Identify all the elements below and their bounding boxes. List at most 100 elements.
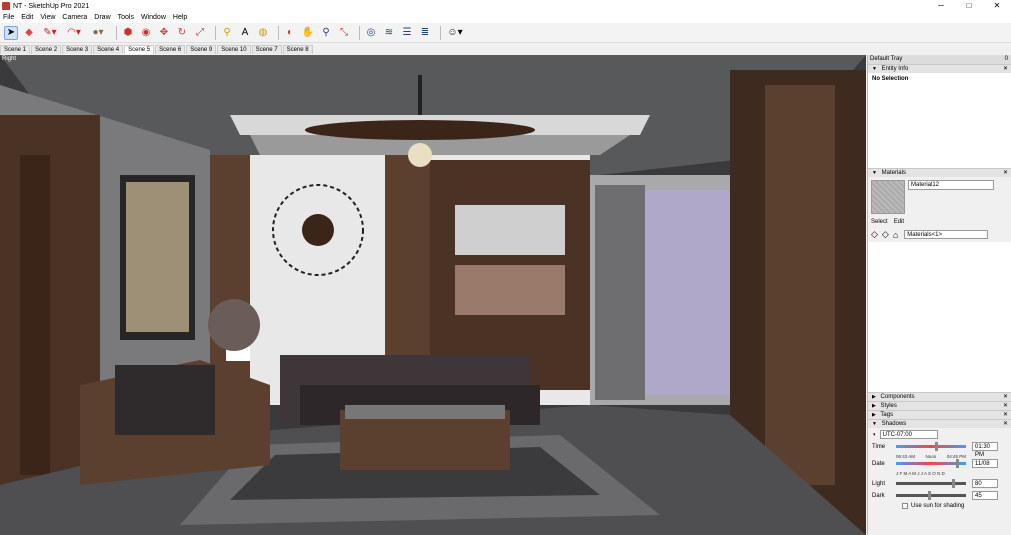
dark-field[interactable]: 45: [972, 491, 998, 500]
expand-triangle-icon: ▶: [872, 412, 876, 418]
back-icon[interactable]: ◇: [871, 229, 878, 240]
main-toolbar: ➤ ◆ ✎▾ ◠▾ ●▾ ⬢ ◉ ✥ ↻ ⤢ ⚲ A ◍ ◐ ✋ ⚲ ⤡ ◎ ≋…: [0, 23, 1011, 43]
material-swatch[interactable]: [871, 180, 905, 214]
materials-header[interactable]: ▼ Materials ✕: [868, 168, 1011, 177]
menu-tools[interactable]: Tools: [118, 14, 134, 21]
maximize-button[interactable]: □: [955, 0, 983, 12]
styles-header[interactable]: ▶ Styles ✕: [868, 401, 1011, 410]
text-tool-icon[interactable]: A: [238, 26, 252, 40]
scene-tab[interactable]: Scene 7: [251, 45, 282, 54]
pan-icon[interactable]: ✋: [301, 26, 315, 40]
entity-info-panel: No Selection: [868, 73, 1011, 168]
scene-tab[interactable]: Scene 10: [217, 45, 251, 54]
menu-edit[interactable]: Edit: [21, 14, 33, 21]
account-icon[interactable]: ☺▾: [445, 26, 465, 40]
dark-slider[interactable]: [896, 491, 966, 500]
tray-pin-icon[interactable]: 0: [1005, 55, 1008, 64]
extension-icon[interactable]: ≋: [382, 26, 396, 40]
tab-select[interactable]: Select: [871, 219, 888, 225]
menu-camera[interactable]: Camera: [62, 14, 87, 21]
scene-tabs: Scene 1 Scene 2 Scene 3 Scene 4 Scene 5 …: [0, 44, 866, 54]
time-slider[interactable]: [896, 442, 966, 451]
scene-tab[interactable]: Scene 8: [282, 45, 313, 54]
layers-icon[interactable]: ☰: [400, 26, 414, 40]
extension-warehouse-icon[interactable]: ≣: [418, 26, 432, 40]
tape-measure-icon[interactable]: ⚲: [220, 26, 234, 40]
rotate-tool-icon[interactable]: ↻: [175, 26, 189, 40]
light-field[interactable]: 80: [972, 479, 998, 488]
tray-title: Default Tray: [870, 56, 903, 62]
menu-draw[interactable]: Draw: [94, 14, 110, 21]
select-tool-icon[interactable]: ➤: [4, 25, 18, 40]
eraser-tool-icon[interactable]: ◆: [22, 26, 36, 40]
components-header[interactable]: ▶ Components ✕: [868, 392, 1011, 401]
date-field[interactable]: 11/08: [972, 459, 998, 468]
forward-icon[interactable]: ◇: [882, 229, 889, 240]
minimize-button[interactable]: ─: [927, 0, 955, 12]
scene-tab[interactable]: Scene 1: [0, 45, 31, 54]
scale-tool-icon[interactable]: ⤢: [193, 26, 207, 40]
shadows-header[interactable]: ▼ Shadows ✕: [868, 419, 1011, 428]
push-pull-tool-icon[interactable]: ⬢: [121, 26, 135, 40]
close-button[interactable]: ✕: [983, 0, 1011, 12]
window-title: NT - SketchUp Pro 2021: [13, 2, 90, 10]
title-bar: NT - SketchUp Pro 2021 ─ □ ✕: [0, 0, 1011, 12]
library-selector-row: ◇ ◇ ⌂ Materials<1>: [871, 229, 1008, 240]
tags-header[interactable]: ▶ Tags ✕: [868, 410, 1011, 419]
menu-bar: File Edit View Camera Draw Tools Window …: [0, 12, 1011, 23]
scene-tab[interactable]: Scene 6: [155, 45, 186, 54]
close-panel-icon[interactable]: ✕: [1003, 393, 1008, 401]
warehouse-icon[interactable]: ◎: [364, 26, 378, 40]
close-panel-icon[interactable]: ✕: [1003, 402, 1008, 410]
scene-tab[interactable]: Scene 2: [31, 45, 62, 54]
time-field[interactable]: 01:30 PM: [972, 442, 998, 458]
close-panel-icon[interactable]: ✕: [1003, 169, 1008, 177]
collapse-triangle-icon: ▼: [872, 421, 877, 427]
paint-bucket-icon[interactable]: ◍: [256, 26, 270, 40]
close-panel-icon[interactable]: ✕: [1003, 411, 1008, 419]
zoom-extents-icon[interactable]: ⤡: [337, 26, 351, 40]
shape-tool-icon[interactable]: ●▾: [88, 26, 108, 40]
scene-render: [0, 55, 866, 535]
scene-tab-active[interactable]: Scene 5: [124, 45, 155, 54]
move-tool-icon[interactable]: ✥: [157, 26, 171, 40]
arc-tool-icon[interactable]: ◠▾: [64, 26, 84, 40]
materials-list: [868, 242, 1011, 392]
menu-view[interactable]: View: [40, 14, 55, 21]
menu-file[interactable]: File: [3, 14, 14, 21]
scene-tab[interactable]: Scene 9: [186, 45, 217, 54]
menu-window[interactable]: Window: [141, 14, 166, 21]
material-preview-row: Material12: [868, 177, 1011, 217]
close-panel-icon[interactable]: ✕: [1003, 420, 1008, 428]
menu-help[interactable]: Help: [173, 14, 187, 21]
view-label: Right: [2, 56, 17, 62]
offset-tool-icon[interactable]: ◉: [139, 26, 153, 40]
use-sun-checkbox-row[interactable]: Use sun for shading: [902, 503, 1007, 509]
home-icon[interactable]: ⌂: [893, 230, 898, 240]
materials-tabs: Select Edit: [868, 217, 1011, 227]
entity-status: No Selection: [872, 76, 909, 82]
model-viewport[interactable]: Right: [0, 55, 866, 535]
scene-tab[interactable]: Scene 4: [93, 45, 124, 54]
sketchup-logo-icon: [2, 2, 10, 10]
light-slider[interactable]: [896, 479, 966, 488]
expand-triangle-icon: ▶: [872, 403, 876, 409]
pencil-tool-icon[interactable]: ✎▾: [40, 26, 60, 40]
expand-triangle-icon: ▶: [872, 394, 876, 400]
scene-tab[interactable]: Scene 3: [62, 45, 93, 54]
date-slider[interactable]: [896, 459, 966, 468]
collapse-triangle-icon: ▼: [872, 66, 877, 72]
zoom-icon[interactable]: ⚲: [319, 26, 333, 40]
close-panel-icon[interactable]: ✕: [1003, 65, 1008, 73]
entity-info-header[interactable]: ▼ Entity Info ✕: [868, 64, 1011, 73]
timezone-dropdown[interactable]: UTC-07:00: [879, 430, 938, 439]
tab-edit[interactable]: Edit: [894, 219, 904, 225]
orbit-icon[interactable]: ◐: [283, 26, 297, 40]
material-name-field[interactable]: Material12: [908, 180, 994, 190]
library-dropdown[interactable]: Materials<1>: [904, 230, 989, 239]
shadow-toggle-icon[interactable]: ◑: [872, 432, 876, 438]
use-sun-checkbox[interactable]: [902, 503, 908, 509]
default-tray: Default Tray 0 ▼ Entity Info ✕ No Select…: [867, 55, 1011, 535]
month-ticks: J F M A M J J A S O N D: [896, 471, 945, 476]
tray-header: Default Tray 0: [868, 55, 1011, 64]
